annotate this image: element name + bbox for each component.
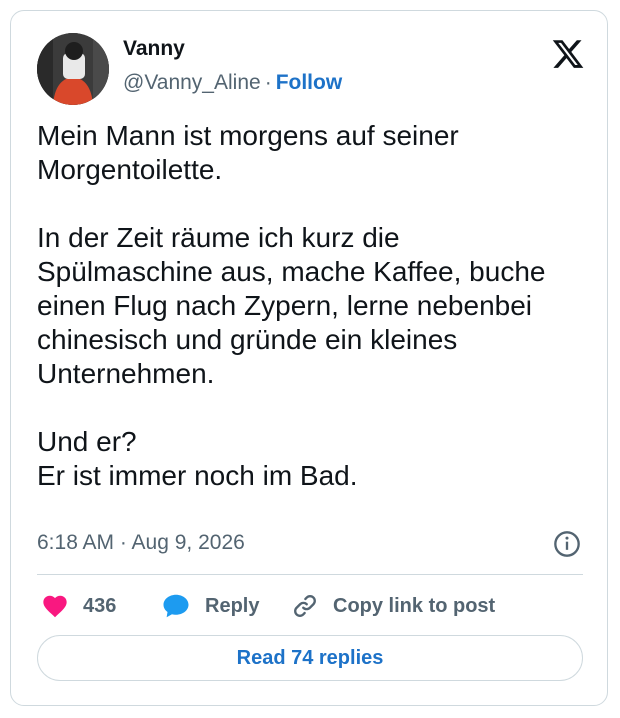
author-handle[interactable]: @Vanny_Aline: [123, 71, 261, 94]
tweet-paragraph-1: Mein Mann ist morgens auf seiner Morgent…: [37, 120, 459, 185]
reply-button[interactable]: Reply: [161, 589, 259, 623]
avatar-photo: [37, 33, 109, 105]
tweet-paragraph-2: In der Zeit räume ich kurz die Spülmasch…: [37, 222, 546, 389]
speech-bubble-icon: [163, 594, 189, 618]
tweet-text: Mein Mann ist morgens auf seiner Morgent…: [37, 119, 589, 493]
copy-link-button[interactable]: Copy link to post: [291, 589, 495, 623]
tweet-timestamp[interactable]: 6:18 AM · Aug 9, 2026: [37, 531, 245, 555]
read-replies-button[interactable]: Read 74 replies: [37, 635, 583, 681]
avatar[interactable]: [37, 33, 109, 105]
divider: [37, 574, 583, 575]
like-button[interactable]: 436: [41, 589, 116, 623]
link-icon: [294, 595, 316, 617]
copy-link-label: Copy link to post: [333, 594, 496, 617]
author-handle-row: @Vanny_Aline · Follow: [123, 71, 342, 95]
action-bar: 436 Reply Copy link to post: [37, 589, 583, 623]
tweet-paragraph-3: Und er? Er ist immer noch im Bad.: [37, 426, 358, 491]
like-count: 436: [83, 594, 117, 617]
author-name[interactable]: Vanny: [123, 37, 185, 61]
separator-dot: ·: [264, 71, 272, 94]
info-icon[interactable]: [553, 530, 581, 558]
follow-button[interactable]: Follow: [276, 71, 343, 94]
reply-label: Reply: [205, 594, 260, 617]
tweet-card: Vanny @Vanny_Aline · Follow Mein Mann ist …: [10, 10, 608, 706]
heart-icon: [43, 595, 67, 618]
x-logo-icon[interactable]: [551, 37, 585, 71]
